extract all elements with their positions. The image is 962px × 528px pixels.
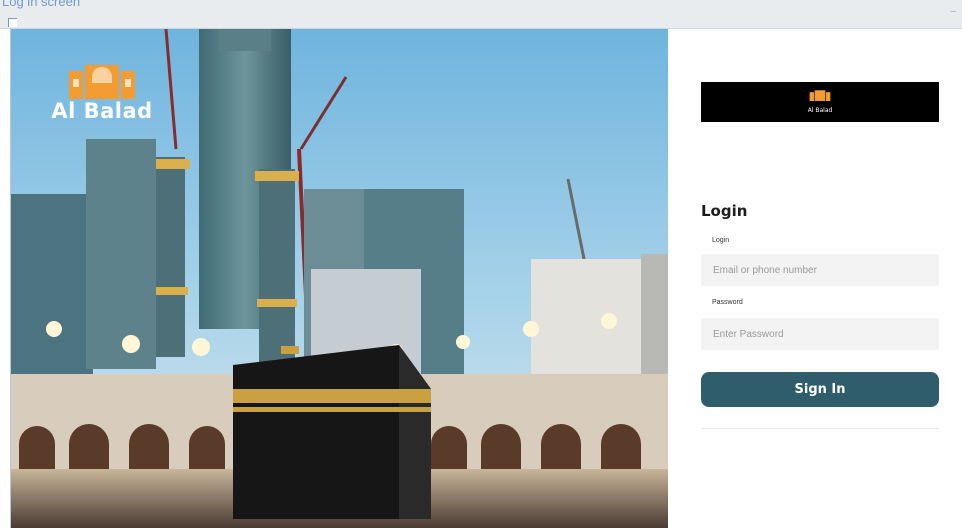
login-title: Login	[701, 202, 748, 220]
building-logo-icon	[47, 61, 157, 99]
password-field-label: Password	[712, 299, 743, 306]
window-title-bar: Log in screen –	[0, 0, 962, 29]
selection-handle-icon	[8, 18, 17, 27]
sign-in-button[interactable]: Sign In	[701, 372, 939, 407]
login-panel: Al Balad Login Login Password Sign In	[668, 29, 962, 528]
divider	[701, 428, 939, 429]
brand-logo-text: Al Balad	[807, 107, 833, 114]
window-control-icon[interactable]: –	[950, 6, 956, 17]
brand-bar: Al Balad	[701, 82, 939, 122]
hero-logo: Al Balad	[47, 61, 157, 123]
login-field-label: Login	[712, 237, 730, 244]
login-input[interactable]	[701, 254, 939, 286]
hero-logo-text: Al Balad	[51, 99, 153, 123]
brand-logo-icon	[701, 88, 939, 106]
window-caption: Log in screen	[2, 0, 81, 9]
password-input[interactable]	[701, 318, 939, 350]
hero-image: Al Balad	[11, 29, 668, 528]
